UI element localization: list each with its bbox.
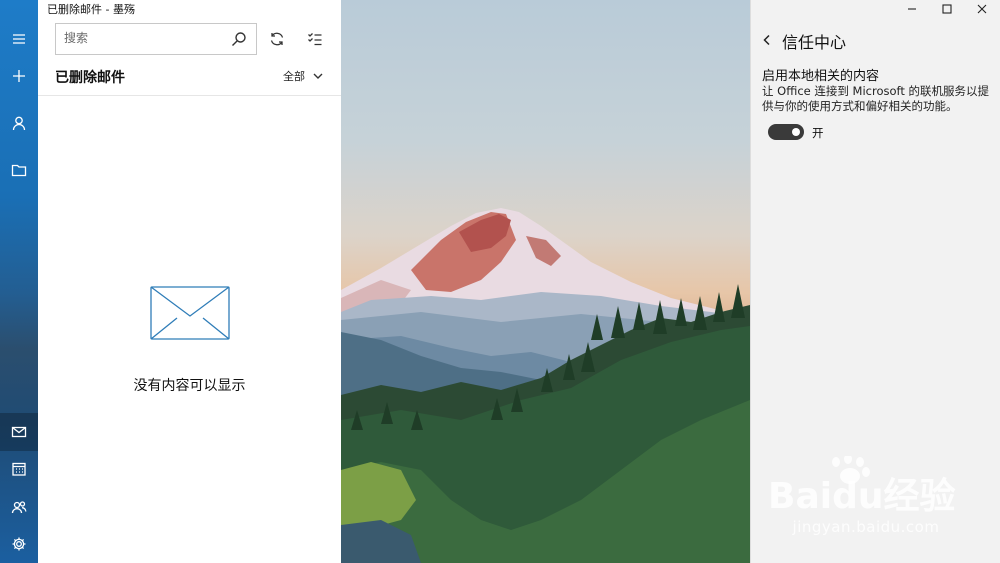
plus-icon <box>13 70 25 82</box>
chevron-down-icon <box>313 73 323 79</box>
settings-button[interactable] <box>0 525 38 563</box>
close-button[interactable] <box>964 0 999 18</box>
filter-dropdown[interactable]: 全部 <box>283 68 323 84</box>
baidu-watermark: Baidu经验 jingyan.baidu.com <box>766 454 976 546</box>
mail-list-pane: 已删除邮件 - 墨殇 已删除邮件 全部 没有内容可以显示 <box>38 0 341 563</box>
close-icon <box>977 4 986 14</box>
flyout-title: 信任中心 <box>782 33 847 52</box>
chevron-left-icon <box>763 34 770 46</box>
hamburger-menu-button[interactable] <box>0 20 38 58</box>
folders-button[interactable] <box>0 151 38 189</box>
landscape-illustration <box>341 208 750 563</box>
search-box[interactable] <box>55 23 257 55</box>
empty-envelope-icon <box>150 286 230 340</box>
calendar-icon <box>12 462 26 476</box>
search-input[interactable] <box>64 31 224 45</box>
sync-icon <box>270 32 284 46</box>
folder-icon <box>11 164 27 177</box>
select-mode-button[interactable] <box>301 26 329 52</box>
accounts-button[interactable] <box>0 104 38 142</box>
section-title: 启用本地相关的内容 <box>762 69 880 84</box>
section-description: 让 Office 连接到 Microsoft 的联机服务以提供与你的使用方式和偏… <box>762 84 990 113</box>
hamburger-icon <box>13 34 25 44</box>
window-title: 已删除邮件 - 墨殇 <box>47 3 135 16</box>
maximize-button[interactable] <box>929 0 964 18</box>
watermark-url: jingyan.baidu.com <box>792 518 940 536</box>
search-icon <box>232 32 246 46</box>
nav-rail <box>0 0 38 563</box>
mail-button[interactable] <box>0 413 38 451</box>
back-button[interactable] <box>761 31 777 47</box>
minimize-button[interactable] <box>894 0 929 18</box>
toggle-state-label: 开 <box>812 126 824 140</box>
calendar-button[interactable] <box>0 450 38 488</box>
search-button[interactable] <box>231 31 249 49</box>
filter-label: 全部 <box>283 70 305 83</box>
local-content-toggle[interactable] <box>768 124 804 140</box>
sync-button[interactable] <box>263 26 291 52</box>
empty-message: 没有内容可以显示 <box>133 378 246 394</box>
mail-icon <box>11 426 27 438</box>
people-button[interactable] <box>0 488 38 526</box>
people-icon <box>11 501 27 514</box>
person-icon <box>12 116 26 131</box>
divider <box>38 95 341 96</box>
watermark-brand: Baidu经验 <box>768 476 955 517</box>
folder-title: 已删除邮件 <box>55 70 125 86</box>
maximize-icon <box>941 4 952 14</box>
gear-icon <box>12 537 26 551</box>
checklist-icon <box>308 33 322 46</box>
background-landscape-image <box>341 0 750 563</box>
toggle-knob <box>792 128 800 136</box>
minimize-icon <box>907 8 916 10</box>
baidu-paw-logo: Baidu经验 <box>768 454 955 517</box>
new-mail-button[interactable] <box>0 57 38 95</box>
